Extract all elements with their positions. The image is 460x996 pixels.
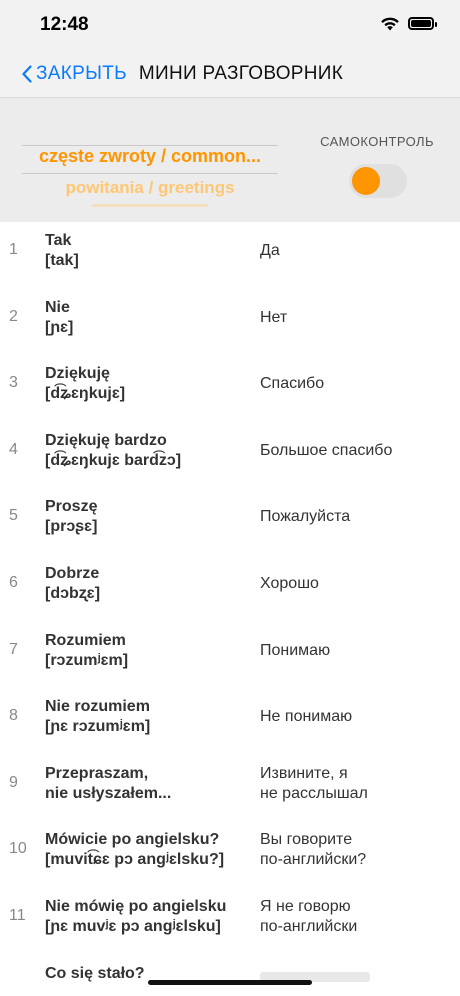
list-item[interactable]: 9 Przepraszam, nie usłyszałem... Извините… — [0, 755, 460, 822]
category-picker[interactable]: częste zwroty / common... powitania / gr… — [22, 126, 278, 207]
pronunciation: [d͡ʑɛŋkujɛ bard͡zɔ] — [45, 451, 182, 469]
picker-divider-bottom — [22, 173, 278, 174]
chevron-left-icon — [22, 64, 32, 83]
pronunciation: [tak] — [45, 252, 79, 269]
russian-translation: Я не говорю — [260, 897, 351, 915]
list-item[interactable]: 6 Dobrze [dɔbʐɛ] Хорошо — [0, 555, 460, 622]
row-number: 3 — [9, 374, 18, 392]
list-item-partial[interactable]: Co się stało? — [0, 956, 460, 996]
russian-translation: Большое спасибо — [260, 441, 393, 459]
self-check-toggle[interactable] — [349, 164, 407, 198]
russian-translation: Не понимаю — [260, 708, 353, 726]
polish-phrase: Rozumiem — [45, 631, 126, 649]
close-button[interactable]: ЗАКРЫТЬ — [22, 63, 127, 85]
row-number: 11 — [9, 906, 26, 924]
list-item[interactable]: 4 Dziękuję bardzo [d͡ʑɛŋkujɛ bard͡zɔ] Бол… — [0, 422, 460, 489]
polish-phrase: Dziękuję bardzo — [45, 431, 167, 449]
row-number: 6 — [9, 573, 18, 591]
row-number: 4 — [9, 440, 18, 458]
row-number: 5 — [9, 507, 18, 525]
picker-faded-item — [92, 204, 208, 207]
russian-translation-line2: по-английски? — [260, 851, 367, 869]
polish-phrase: Dziękuję — [45, 365, 110, 383]
navigation-bar: ЗАКРЫТЬ МИНИ РАЗГОВОРНИК — [0, 50, 460, 98]
russian-translation: Спасибо — [260, 375, 325, 393]
pronunciation: [muvit͡ɕɛ pɔ angʲɛlsku?] — [45, 851, 225, 869]
pronunciation: [prɔʂɛ] — [45, 518, 98, 536]
row-number: 10 — [9, 840, 27, 858]
close-button-label: ЗАКРЫТЬ — [36, 62, 127, 84]
list-item[interactable]: 11 Nie mówię po angielsku [ɲɛ muvʲɛ pɔ an… — [0, 888, 460, 955]
row-number: 7 — [9, 640, 18, 658]
polish-phrase: Proszę — [45, 498, 98, 516]
home-indicator[interactable] — [148, 980, 312, 985]
polish-phrase-continued: nie usłyszałem... — [45, 784, 172, 802]
list-item[interactable]: 2 Nie [ɲɛ] Нет — [0, 289, 460, 356]
russian-translation: Понимаю — [260, 641, 331, 659]
row-number: 2 — [9, 307, 18, 325]
russian-translation: Пожалуйста — [260, 508, 351, 526]
polish-phrase: Tak — [45, 232, 72, 249]
pronunciation: [rɔzumʲɛm] — [45, 651, 129, 669]
russian-translation: Извините, я — [260, 764, 348, 782]
russian-translation: Нет — [260, 308, 288, 326]
russian-translation: Хорошо — [260, 574, 319, 592]
list-item[interactable]: 5 Proszę [prɔʂɛ] Пожалуйста — [0, 488, 460, 555]
battery-icon — [408, 17, 437, 30]
row-number: 8 — [9, 707, 18, 725]
polish-phrase: Mówicie po angielsku? — [45, 831, 220, 849]
list-item[interactable]: 8 Nie rozumiem [ɲɛ rɔzumʲɛm] Не понимаю — [0, 688, 460, 755]
self-check-label: САМОКОНТРОЛЬ — [320, 134, 434, 149]
page-title: МИНИ РАЗГОВОРНИК — [138, 62, 344, 84]
pronunciation: [ɲɛ muvʲɛ pɔ angʲɛlsku] — [45, 917, 221, 935]
controls-panel: częste zwroty / common... powitania / gr… — [0, 98, 460, 222]
row-number: 1 — [9, 241, 18, 258]
polish-phrase: Nie — [45, 298, 70, 316]
pronunciation: [ɲɛ rɔzumʲɛm] — [45, 718, 151, 736]
wifi-icon — [381, 17, 399, 31]
polish-phrase: Dobrze — [45, 564, 100, 582]
toggle-knob — [352, 167, 380, 195]
row-number: 9 — [9, 773, 18, 791]
polish-phrase: Przepraszam, — [45, 764, 149, 782]
russian-translation: Да — [260, 242, 280, 259]
russian-translation-line2: не расслышал — [260, 784, 368, 802]
polish-phrase: Nie rozumiem — [45, 698, 150, 716]
status-icons — [380, 16, 437, 31]
phrase-list: 1 Tak [tak] Да 2 Nie [ɲɛ] Нет 3 Dziękuję [d… — [0, 222, 460, 955]
picker-next-item[interactable]: powitania / greetings — [22, 178, 278, 198]
status-bar: 12:48 — [0, 0, 460, 50]
russian-translation: Вы говорите — [260, 831, 353, 849]
picker-selected-item[interactable]: częste zwroty / common... — [22, 146, 278, 167]
list-item[interactable]: 1 Tak [tak] Да — [0, 222, 460, 289]
list-item[interactable]: 10 Mówicie po angielsku? [muvit͡ɕɛ pɔ ang… — [0, 821, 460, 888]
russian-translation-line2: по-английски — [260, 917, 358, 935]
list-item[interactable]: 7 Rozumiem [rɔzumʲɛm] Понимаю — [0, 622, 460, 689]
list-item[interactable]: 3 Dziękuję [d͡ʑɛŋkujɛ] Спасибо — [0, 355, 460, 422]
pronunciation: [d͡ʑɛŋkujɛ] — [45, 385, 126, 403]
polish-phrase: Nie mówię po angielsku — [45, 897, 227, 915]
pronunciation: [dɔbʐɛ] — [45, 584, 101, 602]
pronunciation: [ɲɛ] — [45, 318, 74, 336]
status-time: 12:48 — [40, 14, 89, 35]
